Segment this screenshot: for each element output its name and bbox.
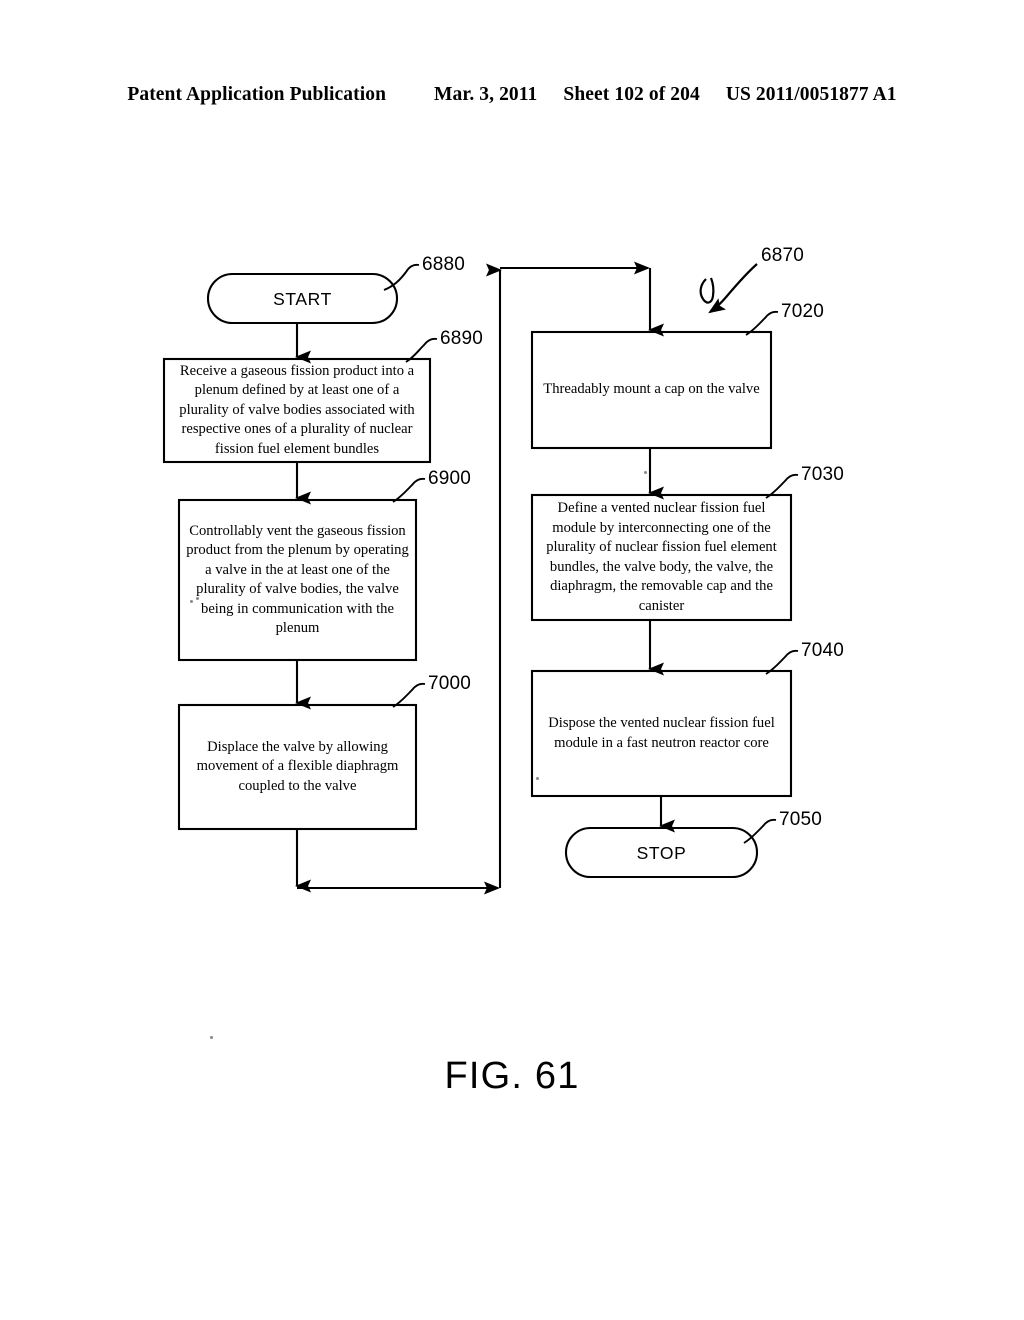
node-start-shape bbox=[206, 272, 399, 325]
node-controllably-vent-shape bbox=[177, 498, 418, 662]
leader-6880 bbox=[383, 263, 420, 291]
flowchart-svg bbox=[162, 261, 799, 895]
leader-6870-squiggle bbox=[699, 277, 715, 304]
leader-7050 bbox=[743, 818, 777, 844]
node-dispose-in-reactor-core-shape bbox=[530, 669, 793, 798]
node-stop-shape bbox=[564, 826, 759, 879]
figure-61-flowchart: START Receive a gaseous fission product … bbox=[0, 0, 1024, 1320]
node-receive-gaseous-fission-product-shape bbox=[162, 357, 432, 464]
node-define-vented-module-shape bbox=[530, 493, 793, 622]
leader-6870 bbox=[708, 263, 758, 314]
leader-7000 bbox=[392, 682, 426, 708]
leader-6900 bbox=[392, 477, 426, 503]
node-threadably-mount-cap-shape bbox=[530, 330, 773, 450]
figure-caption: FIG. 61 bbox=[444, 1055, 580, 1097]
node-displace-valve-shape bbox=[177, 703, 418, 831]
